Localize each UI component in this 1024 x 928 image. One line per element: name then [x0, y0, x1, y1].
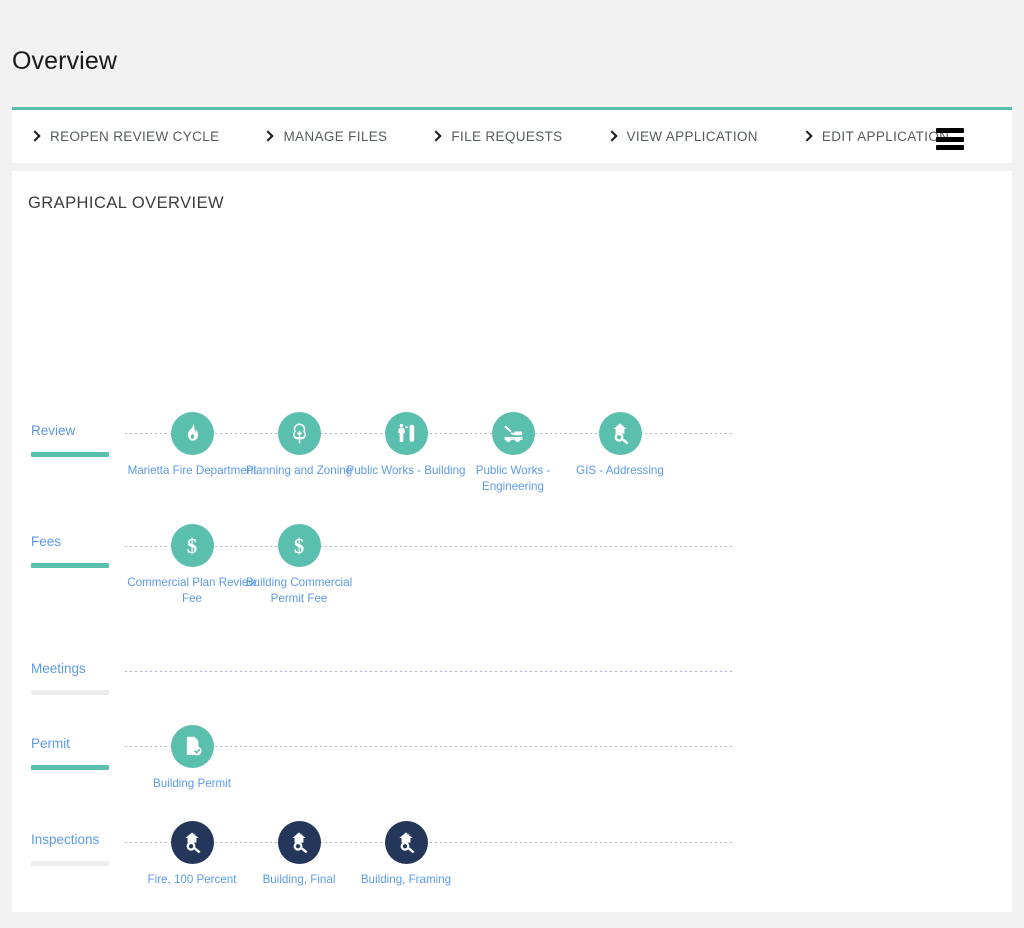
toolbar-action-manage-files[interactable]: MANAGE FILES: [263, 129, 387, 144]
hamburger-menu-icon[interactable]: [936, 128, 964, 150]
page-title: Overview: [12, 46, 117, 75]
row-status-bar: [31, 563, 109, 568]
toolbar-actions: REOPEN REVIEW CYCLE MANAGE FILES FILE REQU…: [30, 129, 993, 144]
worker-building-icon[interactable]: [384, 412, 428, 455]
chevron-right-icon: [607, 131, 618, 142]
tree-icon[interactable]: [277, 412, 321, 455]
toolbar-action-file-requests[interactable]: FILE REQUESTS: [431, 129, 562, 144]
app-root: Overview REOPEN REVIEW CYCLE MANAGE FILES…: [0, 0, 1024, 928]
overview-node[interactable]: $ Building Commercial Permit Fee: [233, 524, 365, 606]
house-magnifier-icon[interactable]: [170, 821, 214, 864]
toolbar-action-label: EDIT APPLICATION: [821, 129, 950, 144]
house-magnifier-icon[interactable]: [598, 412, 642, 455]
svg-text:$: $: [187, 536, 197, 558]
chevron-right-icon: [802, 131, 813, 142]
dollar-icon[interactable]: $: [170, 524, 214, 567]
overview-node-label[interactable]: Building Commercial Permit Fee: [233, 575, 365, 606]
overview-node[interactable]: Building Permit: [126, 725, 258, 792]
graphical-overview-card: GRAPHICAL OVERVIEW Review Marietta Fire D…: [12, 171, 1012, 928]
svg-text:$: $: [294, 536, 304, 558]
row-category-label[interactable]: Inspections: [31, 832, 99, 847]
section-title: GRAPHICAL OVERVIEW: [28, 194, 225, 212]
house-magnifier-icon[interactable]: [384, 821, 428, 864]
chevron-right-icon: [263, 131, 274, 142]
row-status-bar: [31, 861, 109, 866]
overview-node[interactable]: GIS - Addressing: [554, 412, 686, 479]
toolbar-action-edit-application[interactable]: EDIT APPLICATION: [802, 129, 949, 144]
overview-node[interactable]: Building, Framing: [340, 821, 472, 888]
row-status-bar: [31, 452, 109, 457]
row-status-bar: [31, 690, 109, 695]
dollar-icon[interactable]: $: [277, 524, 321, 567]
toolbar-action-label: VIEW APPLICATION: [626, 129, 758, 144]
overview-node-label[interactable]: GIS - Addressing: [554, 463, 686, 479]
row-category-label[interactable]: Fees: [31, 534, 61, 549]
overview-node-label[interactable]: Building, Framing: [340, 872, 472, 888]
toolbar-action-reopen-review-cycle[interactable]: REOPEN REVIEW CYCLE: [30, 129, 219, 144]
row-category-label[interactable]: Permit: [31, 736, 70, 751]
row-status-bar: [31, 765, 109, 770]
row-connector-line: [125, 671, 735, 672]
hamburger-bar: [936, 128, 964, 133]
fire-icon[interactable]: [170, 412, 214, 455]
action-toolbar: REOPEN REVIEW CYCLE MANAGE FILES FILE REQU…: [12, 107, 1012, 163]
document-check-icon[interactable]: [170, 725, 214, 768]
toolbar-action-label: REOPEN REVIEW CYCLE: [50, 129, 220, 144]
toolbar-action-view-application[interactable]: VIEW APPLICATION: [607, 129, 758, 144]
excavator-icon[interactable]: [491, 412, 535, 455]
toolbar-action-label: MANAGE FILES: [283, 129, 388, 144]
house-magnifier-icon[interactable]: [277, 821, 321, 864]
chevron-right-icon: [431, 131, 442, 142]
row-category-label[interactable]: Review: [31, 423, 75, 438]
row-category-label[interactable]: Meetings: [31, 661, 86, 676]
toolbar-action-label: FILE REQUESTS: [451, 129, 563, 144]
overview-node-label[interactable]: Building Permit: [126, 776, 258, 792]
hamburger-bar: [936, 145, 964, 150]
chevron-right-icon: [30, 131, 41, 142]
hamburger-bar: [936, 136, 964, 142]
